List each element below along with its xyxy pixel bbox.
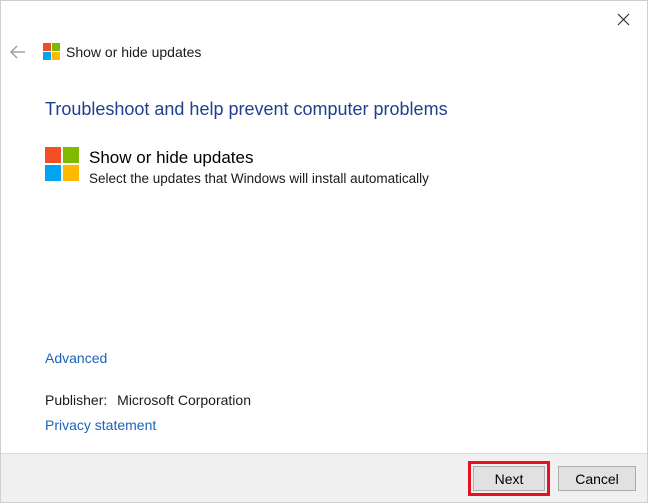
- window-title: Show or hide updates: [66, 43, 202, 60]
- close-button[interactable]: [611, 7, 635, 31]
- windows-logo-icon: [43, 43, 60, 60]
- footer-bar: Next Cancel: [1, 453, 647, 502]
- publisher-value: Microsoft Corporation: [117, 392, 251, 408]
- next-button[interactable]: Next: [468, 461, 550, 496]
- close-icon: [617, 13, 629, 25]
- page-heading: Troubleshoot and help prevent computer p…: [45, 99, 448, 119]
- publisher-info: Publisher: Microsoft Corporation: [45, 392, 251, 408]
- item-title: Show or hide updates: [89, 148, 254, 167]
- back-arrow-icon: [10, 45, 25, 59]
- back-button[interactable]: [9, 43, 27, 61]
- cancel-button[interactable]: Cancel: [558, 466, 636, 491]
- window-title-bar: Show or hide updates: [43, 43, 201, 60]
- troubleshooter-window: Show or hide updates Troubleshoot and he…: [0, 0, 648, 503]
- advanced-link[interactable]: Advanced: [45, 350, 107, 366]
- windows-logo-icon: [45, 147, 79, 181]
- publisher-label: Publisher:: [45, 392, 108, 408]
- privacy-statement-link[interactable]: Privacy statement: [45, 417, 156, 433]
- item-description: Select the updates that Windows will ins…: [89, 171, 429, 186]
- troubleshooter-item: Show or hide updates Select the updates …: [45, 147, 429, 186]
